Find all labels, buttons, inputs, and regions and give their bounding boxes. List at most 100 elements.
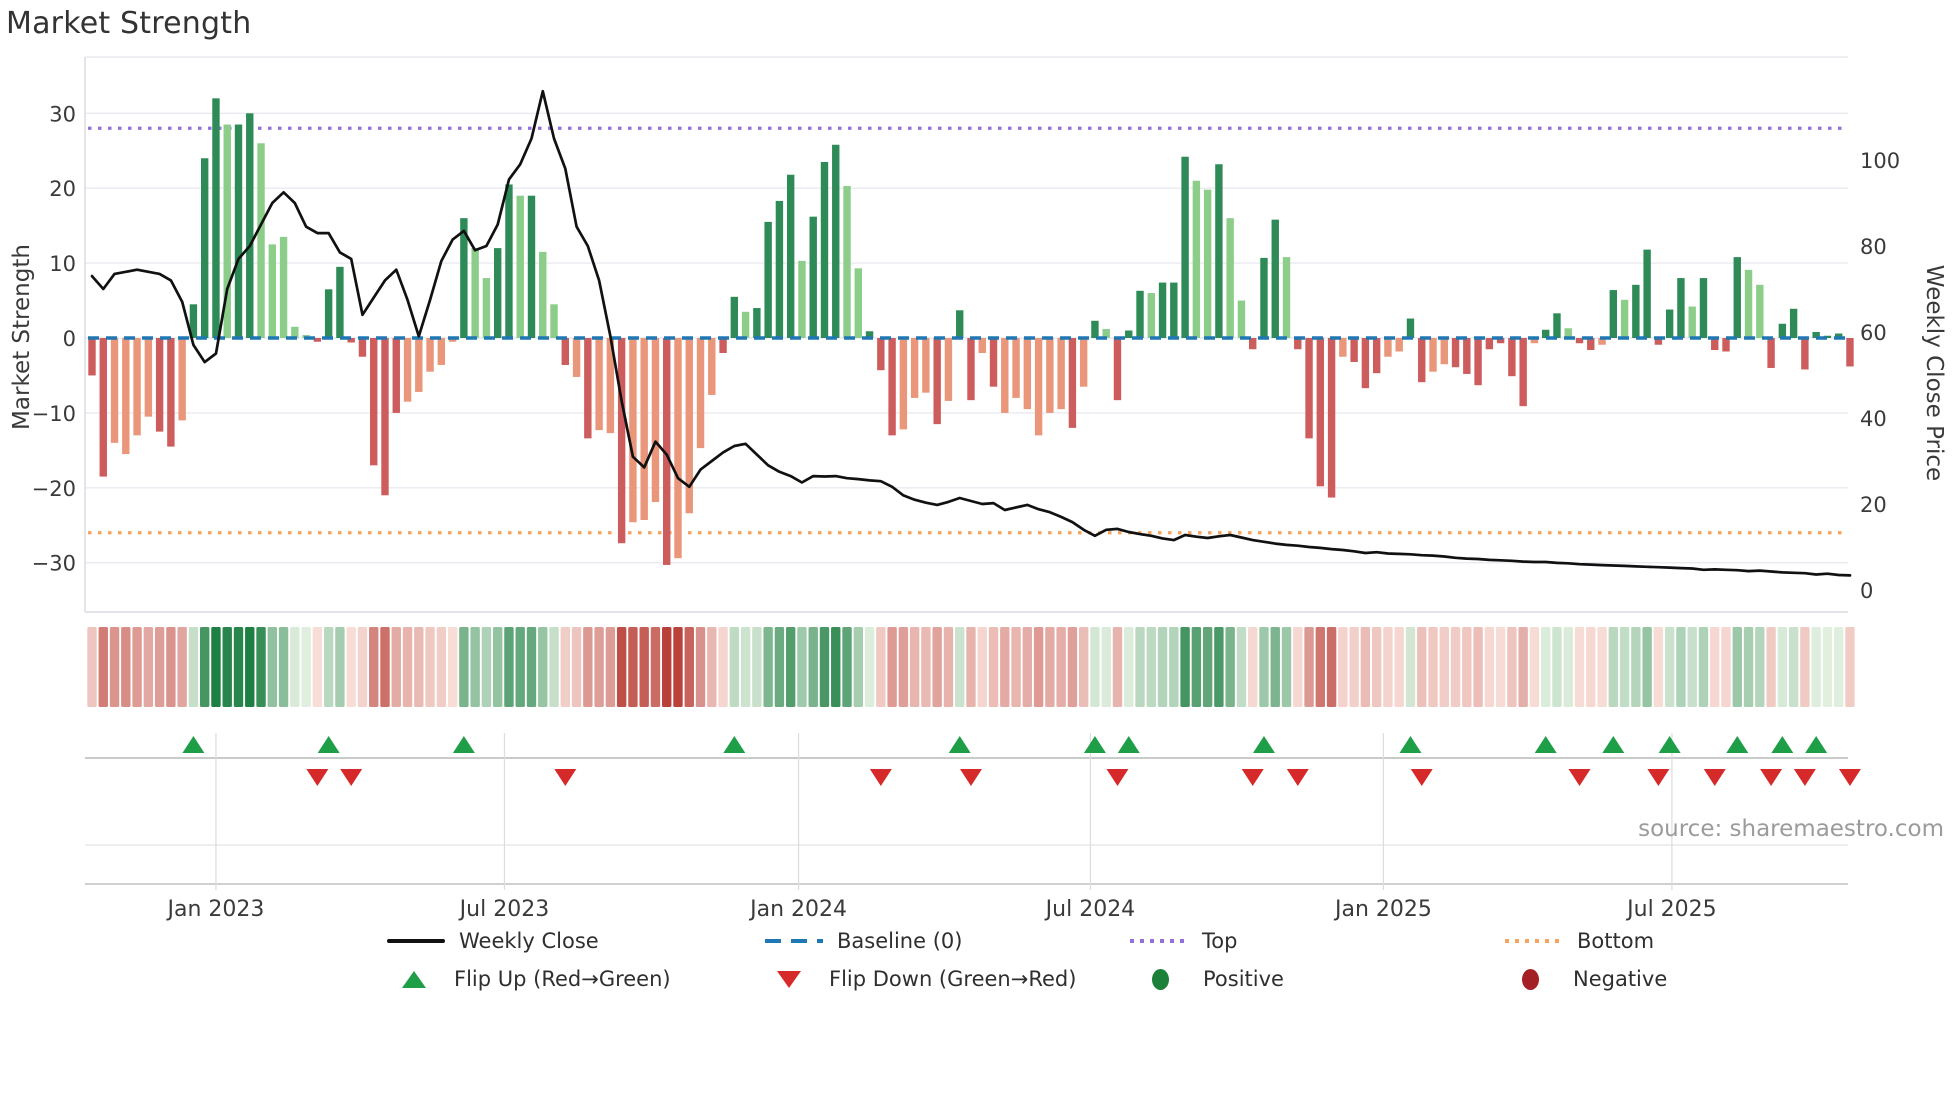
heatmap-cell: [1112, 627, 1123, 707]
strength-bar: [820, 161, 829, 338]
flip-up-marker: [723, 736, 746, 753]
heatmap-cell: [1157, 627, 1168, 707]
heatmap-cell: [1755, 627, 1765, 707]
legend-item-weekly-close: Weekly Close: [387, 928, 599, 954]
strength-bar: [234, 124, 243, 338]
heatmap-cell: [966, 627, 976, 707]
heatmap-cell: [1146, 627, 1156, 707]
heatmap-cell: [797, 627, 807, 707]
heatmap-cell: [1259, 627, 1269, 707]
strength-bar: [944, 338, 953, 401]
strength-bar: [1046, 338, 1054, 413]
strength-bar: [1170, 282, 1178, 338]
flip-down-icon: [777, 970, 801, 988]
strength-bar: [1113, 338, 1122, 401]
positive-icon: [1152, 968, 1169, 990]
heatmap-cell: [977, 627, 987, 707]
strength-bar: [1023, 338, 1032, 410]
legend-label: Positive: [1203, 967, 1284, 991]
heatmap-cell: [1800, 627, 1810, 707]
chart-svg: 3020100−10−20−30100806040200Jan 2023 Jul …: [32, 56, 1900, 922]
strength-bar: [1361, 338, 1370, 389]
strength-bar: [933, 338, 941, 425]
strength-bar: [133, 338, 141, 436]
strength-bar: [1237, 300, 1246, 338]
flip-down-marker: [1793, 769, 1816, 786]
heatmap-cell: [594, 627, 604, 707]
strength-bar: [741, 311, 750, 338]
strength-bar: [1350, 338, 1358, 362]
heatmap-cell: [1428, 627, 1438, 707]
strength-bar: [696, 338, 705, 449]
strength-bar: [1440, 338, 1448, 365]
baseline-icon: [765, 939, 823, 943]
flip-up-marker: [1252, 736, 1275, 753]
strength-bar: [888, 338, 896, 436]
heatmap-cell: [1664, 627, 1675, 707]
flip-up-marker: [182, 736, 205, 753]
x-tick-label: Jan 2024: [748, 897, 847, 922]
strength-bar: [775, 200, 784, 338]
heatmap-cell: [1101, 627, 1111, 707]
strength-bar: [415, 338, 423, 392]
strength-bar: [527, 195, 536, 338]
strength-bar: [268, 244, 277, 338]
flip-up-marker: [1534, 736, 1557, 753]
heatmap-cell: [876, 627, 886, 707]
strength-bar: [899, 338, 908, 430]
heatmap-cell: [1541, 627, 1551, 707]
strength-bar: [1722, 338, 1730, 352]
heatmap-cell: [1417, 627, 1427, 707]
heatmap-cell: [1507, 627, 1517, 707]
heatmap-cell: [1304, 627, 1314, 707]
strength-bar: [155, 338, 164, 432]
source-text: source: sharemaestro.com: [1638, 816, 1944, 842]
legend-item-baseline: Baseline (0): [765, 928, 962, 954]
heatmap-cell: [639, 627, 649, 707]
strength-bar: [1181, 156, 1189, 338]
strength-bar: [1091, 320, 1099, 338]
strength-bar: [1519, 338, 1527, 407]
strength-bar: [358, 338, 367, 357]
heatmap-cell: [267, 627, 278, 707]
heatmap-cell: [132, 627, 142, 707]
heatmap-cell: [312, 627, 323, 707]
heatmap-cell: [1563, 627, 1573, 707]
strength-bar: [1125, 330, 1133, 338]
heatmap-cell: [819, 627, 830, 707]
legend-item-negative: Negative: [1522, 966, 1667, 992]
strength-bar: [1215, 164, 1223, 338]
heatmap-cell: [1270, 627, 1280, 707]
strength-bar: [832, 144, 840, 338]
strength-bar: [1012, 338, 1020, 398]
heatmap-cell: [526, 627, 537, 707]
heatmap-cell: [1495, 627, 1506, 707]
strength-bar: [1767, 338, 1775, 368]
heatmap-cell: [932, 627, 942, 707]
heatmap-cell: [1315, 627, 1326, 707]
heatmap-cell: [1473, 627, 1483, 707]
heatmap-cell: [662, 627, 672, 707]
heatmap-cell: [1518, 627, 1528, 707]
x-tick-label: Jul 2024: [1044, 897, 1136, 922]
flip-up-marker: [452, 736, 475, 753]
strength-bar: [99, 338, 107, 477]
strength-bar: [1372, 338, 1381, 374]
heatmap-cell: [414, 627, 424, 707]
heatmap-cell: [1360, 627, 1371, 707]
strength-bar: [212, 98, 220, 338]
legend-label: Weekly Close: [459, 929, 599, 953]
heatmap-cell: [560, 627, 570, 707]
strength-bar: [110, 338, 119, 443]
heatmap-cell: [1653, 627, 1664, 707]
heatmap-cell: [515, 627, 525, 707]
weekly-close-line: [90, 89, 1852, 577]
heatmap-cell: [402, 627, 413, 707]
heatmap-cell: [763, 627, 773, 707]
heatmap-cell: [1788, 627, 1799, 707]
strength-bar: [167, 338, 175, 447]
heatmap-cell: [1710, 627, 1720, 707]
flip-down-marker: [1410, 769, 1433, 786]
heatmap-cell: [504, 627, 514, 707]
heatmap-cell: [1326, 627, 1337, 707]
